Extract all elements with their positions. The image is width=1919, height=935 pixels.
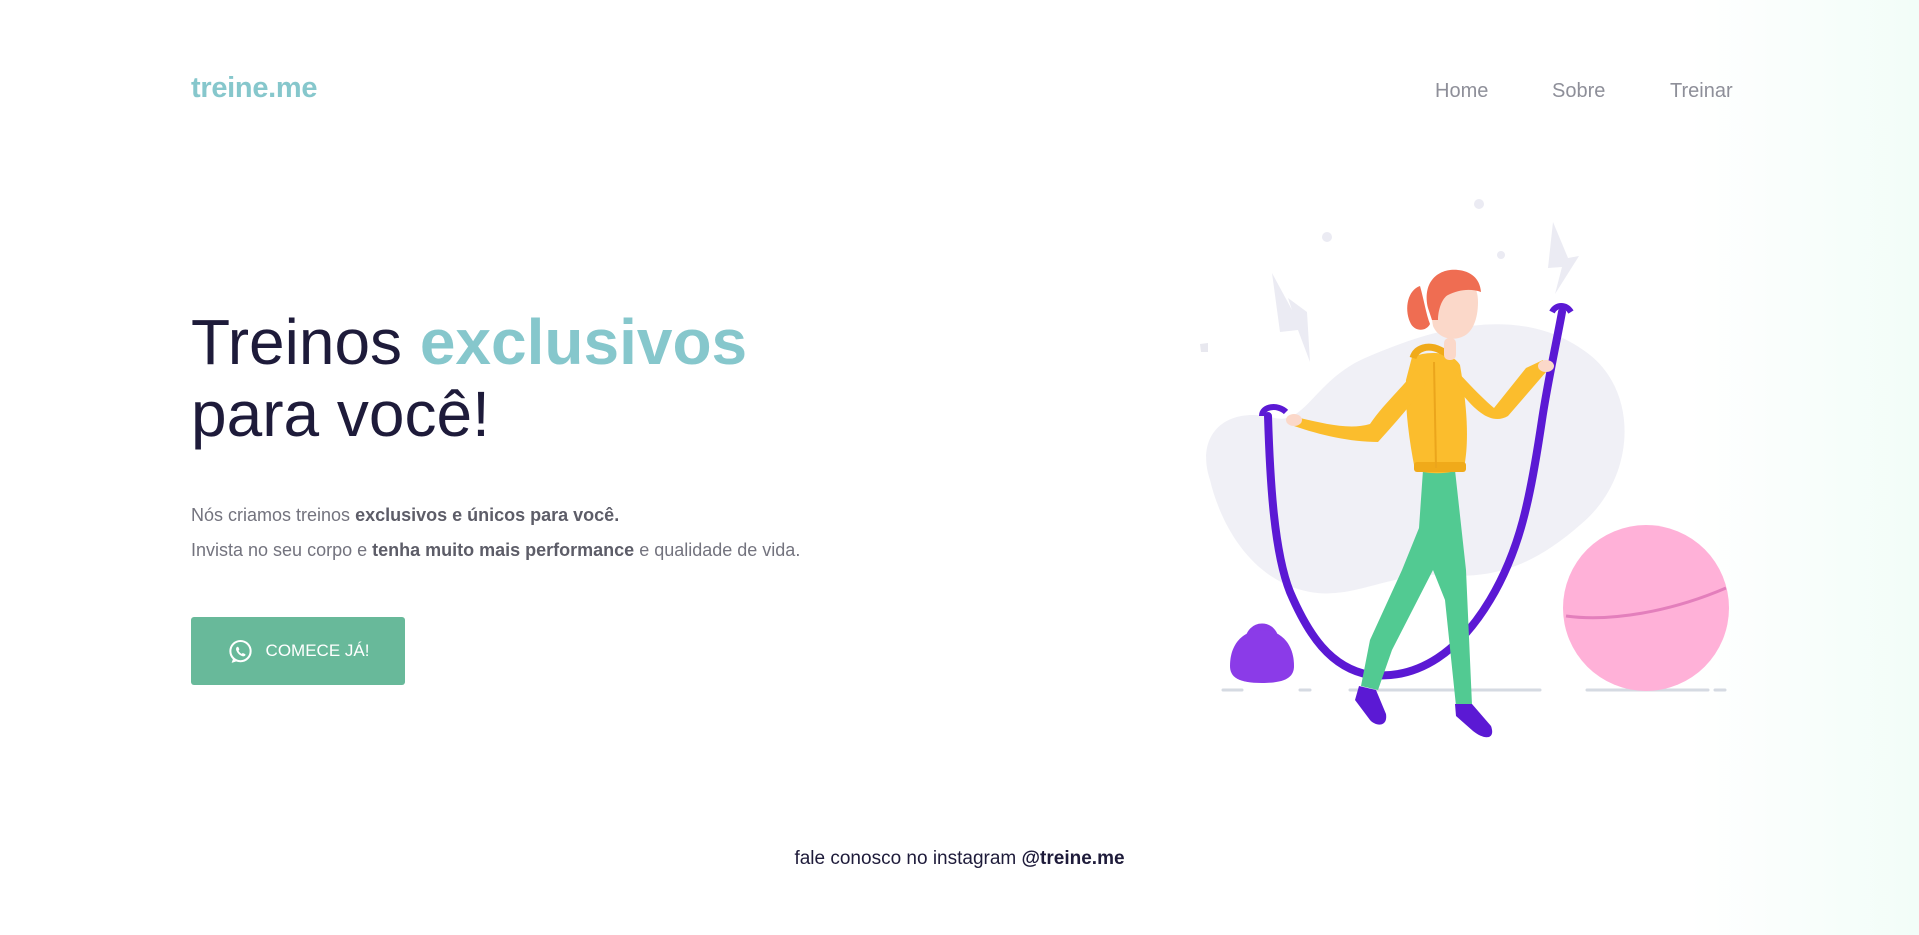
nav-sobre[interactable]: Sobre	[1552, 80, 1605, 103]
instagram-handle[interactable]: @treine.me	[1022, 848, 1125, 869]
hero-title-accent: exclusivos	[419, 306, 748, 378]
hero-title-prefix: Treinos	[191, 306, 420, 378]
hero-description: Nós criamos treinos exclusivos e únicos …	[191, 498, 800, 568]
desc-line2-text: Invista no seu corpo e	[191, 540, 373, 560]
woman-jumping-rope-illustration	[1200, 199, 1729, 738]
instagram-contact-text: fale conosco no instagram	[794, 848, 1022, 869]
nav-home[interactable]: Home	[1435, 80, 1488, 103]
start-now-label: COMECE JÁ!	[265, 641, 370, 660]
desc-line2-suffix: e qualidade de vida.	[634, 540, 801, 560]
whatsapp-icon	[228, 639, 252, 663]
hero-title-line2: para você!	[191, 378, 490, 450]
instagram-contact: fale conosco no instagram @treine.me	[0, 848, 1919, 870]
main-nav: Home Sobre Treinar	[0, 80, 1919, 110]
start-now-button[interactable]: COMECE JÁ!	[191, 617, 405, 685]
desc-line1-bold: exclusivos e únicos para você.	[355, 505, 620, 525]
nav-treinar[interactable]: Treinar	[1670, 80, 1733, 103]
desc-line1-text: Nós criamos treinos	[191, 505, 356, 525]
hero-title: Treinos exclusivos para você!	[191, 306, 747, 450]
desc-line2-bold: tenha muito mais performance	[372, 540, 635, 560]
